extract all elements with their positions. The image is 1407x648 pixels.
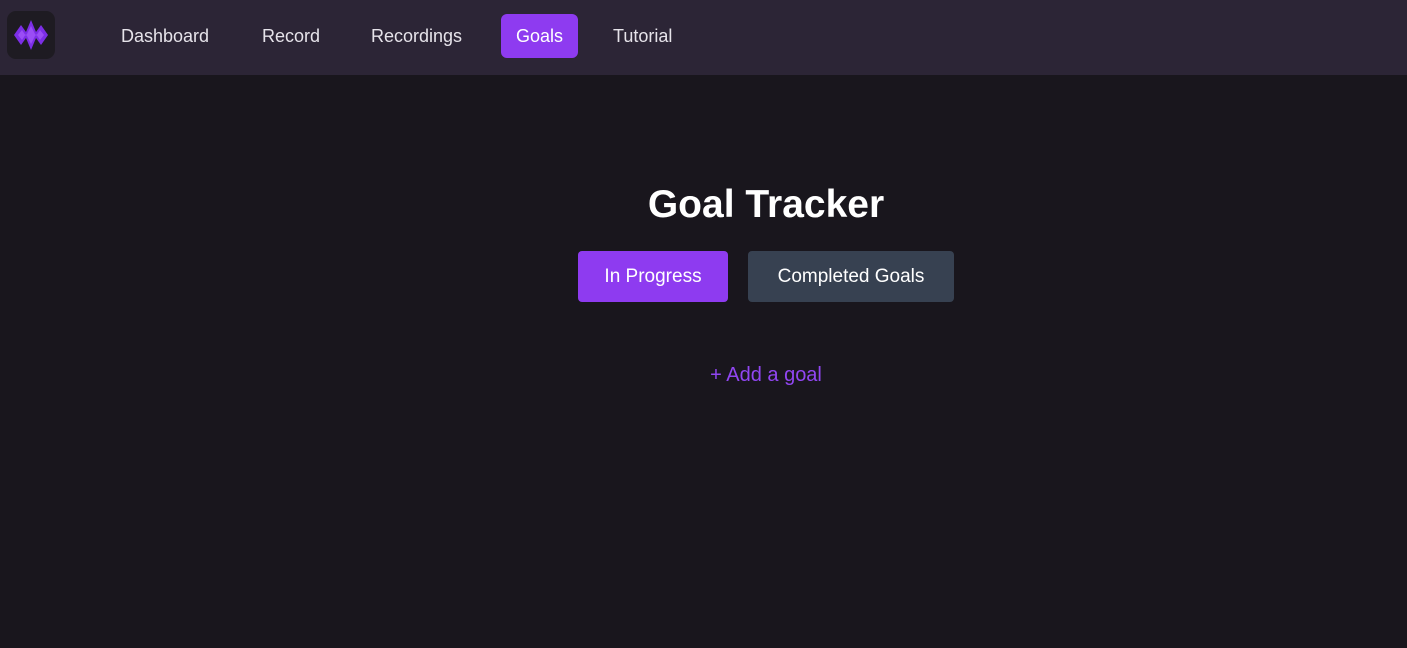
page-title: Goal Tracker xyxy=(647,183,885,226)
main-nav: Dashboard Record Recordings Goals Tutori… xyxy=(0,0,1407,75)
add-goal-button[interactable]: + Add a goal xyxy=(0,364,1407,387)
in-progress-tab-button[interactable]: In Progress xyxy=(578,251,728,302)
nav-goals[interactable]: Goals xyxy=(501,14,579,58)
nav-tutorial[interactable]: Tutorial xyxy=(598,14,687,58)
nav-recordings[interactable]: Recordings xyxy=(356,14,477,58)
completed-goals-tab-button[interactable]: Completed Goals xyxy=(748,251,954,302)
nav-dashboard[interactable]: Dashboard xyxy=(106,14,224,58)
top-navigation-bar: Dashboard Record Recordings Goals Tutori… xyxy=(0,0,1407,75)
nav-record[interactable]: Record xyxy=(247,14,335,58)
